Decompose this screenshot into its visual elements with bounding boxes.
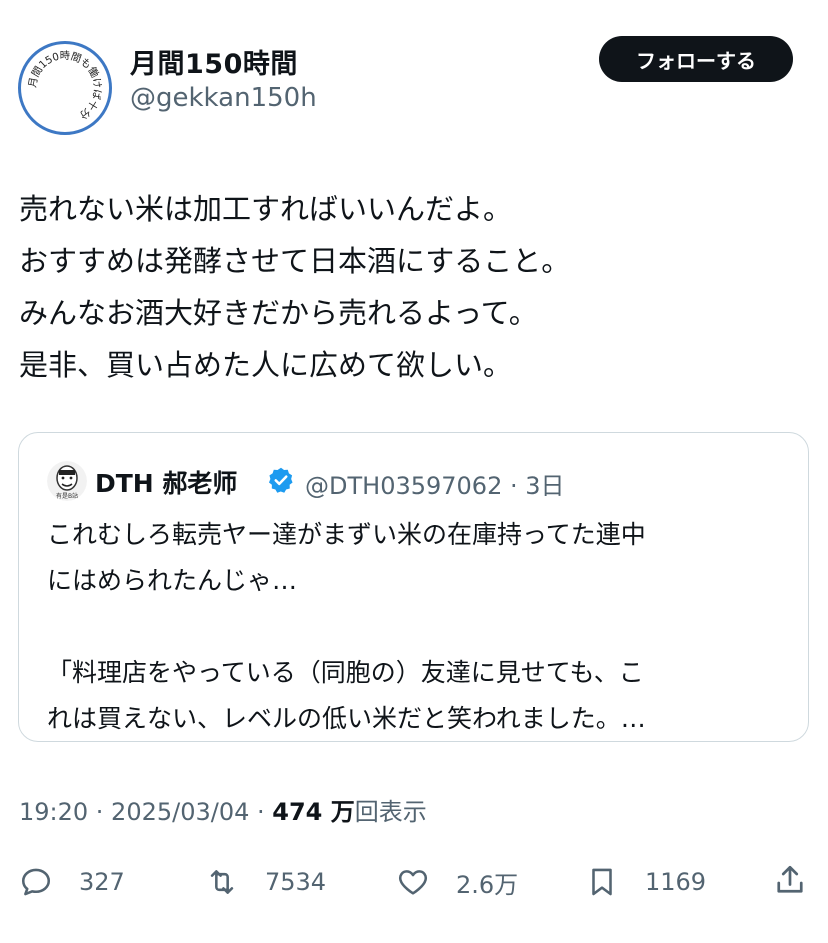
reply-icon xyxy=(21,868,51,896)
tweet-text: 売れない米は加工すればいいんだよ。 おすすめは発酵させて日本酒にすること。 みん… xyxy=(19,183,809,391)
views-label: 回表示 xyxy=(354,798,427,826)
quoted-tweet-card[interactable]: 有是B站 DTH 郝老师 @DTH03597062 · 3日 これむしろ転売ヤー… xyxy=(18,432,809,742)
timestamp[interactable]: 19:20 · 2025/03/04 · xyxy=(19,798,272,826)
quoted-line xyxy=(47,604,787,650)
tweet-meta: 19:20 · 2025/03/04 · 474 万回表示 xyxy=(19,792,427,827)
avatar-logo: 月間150時間も働けば十分 xyxy=(27,50,104,121)
tweet-line: 是非、買い占めた人に広めて欲しい。 xyxy=(19,348,513,382)
quoted-display-name[interactable]: DTH 郝老师 xyxy=(95,464,237,500)
heart-icon xyxy=(398,870,428,895)
quoted-avatar[interactable]: 有是B站 xyxy=(47,461,87,501)
display-name[interactable]: 月間150時間 xyxy=(130,42,298,81)
retweet-icon xyxy=(210,870,234,894)
retweet-count: 7534 xyxy=(265,868,327,896)
reply-count: 327 xyxy=(79,868,125,896)
quoted-handle-time: @DTH03597062 · 3日 xyxy=(305,472,565,500)
tweet-line: おすすめは発酵させて日本酒にすること。 xyxy=(19,244,571,278)
like-button[interactable]: 2.6万 xyxy=(396,862,518,902)
avatar-text: 月間150時間も働けば十分 xyxy=(27,50,104,121)
tweet-line: みんなお酒大好きだから売れるよって。 xyxy=(19,296,538,330)
quoted-avatar-caption: 有是B站 xyxy=(56,492,78,500)
quoted-line: これむしろ転売ヤー達がまずい米の在庫持ってた連中 xyxy=(47,520,646,549)
like-count: 2.6万 xyxy=(456,870,519,899)
reply-button[interactable]: 327 xyxy=(19,862,125,902)
retweet-button[interactable]: 7534 xyxy=(205,862,326,902)
quoted-line: 「料理店をやっている（同胞の）友達に見せても、こ xyxy=(47,658,644,687)
bookmark-button[interactable]: 1169 xyxy=(585,862,706,902)
avatar[interactable]: 月間150時間も働けば十分 xyxy=(18,41,112,135)
bookmark-count: 1169 xyxy=(645,868,707,896)
view-count: 474 万 xyxy=(272,798,355,826)
quoted-text: これむしろ転売ヤー達がまずい米の在庫持ってた連中 にはめられたんじゃ… 「料理店… xyxy=(47,512,787,742)
share-icon[interactable] xyxy=(772,862,808,898)
quoted-line: にはめられたんじゃ… xyxy=(47,566,298,595)
user-handle[interactable]: @gekkan150h xyxy=(130,83,317,113)
tweet-line: 売れない米は加工すればいいんだよ。 xyxy=(19,192,513,226)
svg-text:月間150時間も働けば十分: 月間150時間も働けば十分 xyxy=(27,50,104,121)
follow-button[interactable]: フォローする xyxy=(599,36,793,82)
bookmark-icon xyxy=(592,868,612,896)
quoted-line: れは買えない、レベルの低い米だと笑われました。… xyxy=(47,704,646,733)
verified-badge-icon xyxy=(268,467,293,493)
